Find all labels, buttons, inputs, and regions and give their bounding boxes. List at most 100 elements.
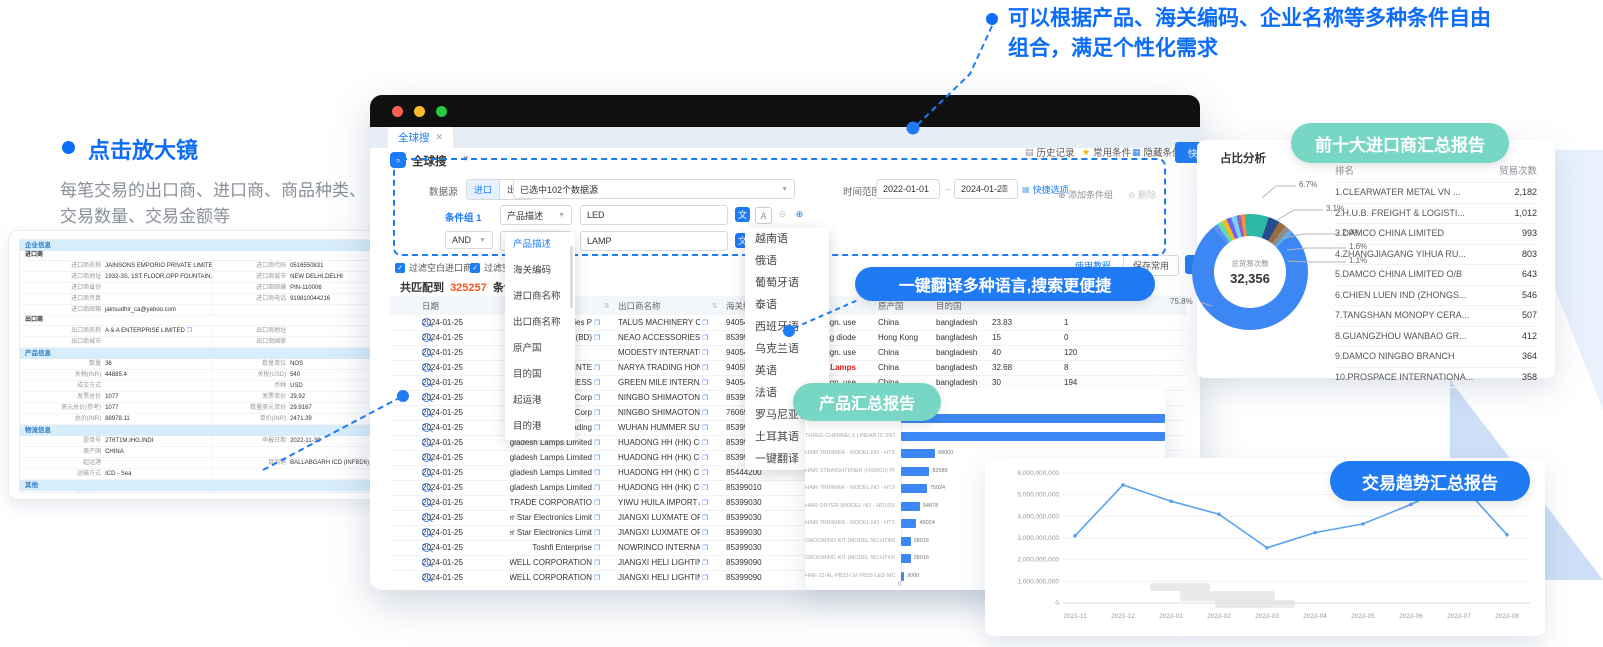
copy-icon[interactable]: ❐ [594,484,600,492]
copy-icon[interactable]: ❐ [702,379,708,387]
data-point[interactable] [1121,483,1125,487]
remove-condition-icon[interactable]: ⊖ [775,207,790,222]
copy-icon[interactable]: ❐ [702,469,708,477]
translate-icon[interactable]: 文 [735,207,750,222]
copy-icon[interactable]: ❐ [702,484,708,492]
date-from-input[interactable]: 2022-01-01 [876,179,940,199]
field-menu-item[interactable]: 目的国 [505,362,575,388]
tab-global-search[interactable]: 全球搜 ✕ [388,127,453,148]
importer-list-row[interactable]: 8.GUANGZHOU WANBAO GR...412 [1335,327,1537,348]
column-header-d[interactable]: 日期 [422,296,508,315]
minimize-window-icon[interactable] [414,106,425,117]
copy-icon[interactable]: ❐ [594,559,600,567]
copy-icon[interactable]: ❐ [702,574,708,582]
data-point[interactable] [1409,503,1413,507]
copy-icon[interactable]: ❐ [702,394,708,402]
toggle-import[interactable]: 进口 [467,180,500,199]
copy-icon[interactable]: ❐ [702,544,708,552]
field-menu-item[interactable]: 出口商名称 [505,310,575,336]
copy-icon[interactable]: ❐ [594,514,600,522]
importer-list-row[interactable]: 6.CHIEN LUEN IND (ZHONGS...546 [1335,286,1537,307]
cell-exp: YIWU HUILA IMPORT AND EXP [618,495,700,510]
copy-icon[interactable]: ❐ [702,559,708,567]
remove-condition-group-link[interactable]: ⊖ 删除 [1128,188,1156,201]
importer-list-row[interactable]: 7.TANGSHAN MONOPY CERA...507 [1335,306,1537,327]
copy-icon[interactable]: ❐ [702,409,708,417]
copy-icon[interactable]: ❐ [594,544,600,552]
exact-match-icon[interactable]: A [755,207,772,224]
language-menu-item[interactable]: 西班牙语 [745,316,829,338]
data-point[interactable] [1313,531,1317,535]
keyword-input-1[interactable]: LED [580,205,728,225]
field-menu-item[interactable]: 起运港 [505,388,575,414]
data-point[interactable] [1361,522,1365,526]
copy-icon[interactable]: ❐ [594,439,600,447]
language-menu-item[interactable]: 乌克兰语 [745,338,829,360]
sort-icon[interactable]: ⇅ [604,302,610,310]
copy-icon[interactable]: ❐ [594,334,600,342]
data-point[interactable] [1265,546,1269,550]
calendar-icon[interactable]: ▣ [1000,183,1009,194]
field-menu-item[interactable]: 进口商名称 [505,284,575,310]
close-window-icon[interactable] [392,106,403,117]
data-point[interactable] [1169,499,1173,503]
copy-icon[interactable]: ❐ [594,574,600,582]
copy-icon[interactable]: ❐ [187,328,192,334]
copy-icon[interactable]: ❐ [594,529,600,537]
copy-icon[interactable]: ❐ [702,439,708,447]
copy-icon[interactable]: ❐ [702,364,708,372]
copy-icon[interactable]: ❐ [594,379,600,387]
add-condition-icon[interactable]: ⊕ [792,207,807,222]
copy-icon[interactable]: ❐ [702,334,708,342]
callout-bullet-icon [62,141,75,154]
importer-list-row[interactable]: 5.DAMCO CHINA LIMITED O/B643 [1335,265,1537,286]
close-tab-icon[interactable]: ✕ [436,132,444,143]
copy-icon[interactable]: ❐ [594,499,600,507]
language-menu-item[interactable]: 泰语 [745,294,829,316]
field-menu-item[interactable]: 产品描述 [505,232,575,258]
add-condition-group-link[interactable]: ⊕ 添加条件组 [1058,188,1113,201]
copy-icon[interactable]: ❐ [702,454,708,462]
keyword-input-2[interactable]: LAMP [580,231,728,251]
importer-list-row[interactable]: 2.H.U.B. FREIGHT & LOGISTI...1,012 [1335,204,1537,225]
copy-icon[interactable]: ❐ [702,499,708,507]
history-button[interactable]: ▤ 历史记录 [1025,142,1075,162]
copy-icon[interactable]: ❐ [594,409,600,417]
chevron-down-icon[interactable]: ▼ [462,154,470,163]
filter-blank-importer-checkbox[interactable]: ✓ 过滤空白进口商 [395,261,472,274]
copy-icon[interactable]: ❐ [594,424,600,432]
data-point[interactable] [1073,534,1077,538]
datasource-select[interactable]: 已选中102个数据源 ▼ [513,179,795,199]
copy-icon[interactable]: ❐ [702,529,708,537]
copy-icon[interactable]: ❐ [702,424,708,432]
language-menu-item[interactable]: 葡萄牙语 [745,272,829,294]
column-header-exp[interactable]: 出口商名称 [618,296,700,315]
language-menu-item[interactable]: 俄语 [745,250,829,272]
sort-icon[interactable]: ⇅ [712,302,718,310]
data-point[interactable] [1217,512,1221,516]
copy-icon[interactable]: ❐ [594,394,600,402]
copy-icon[interactable]: ❐ [702,514,708,522]
copy-icon[interactable]: ❐ [702,349,708,357]
copy-icon[interactable]: ❐ [594,364,600,372]
logic-select[interactable]: AND ▼ [445,231,493,249]
maximize-window-icon[interactable] [436,106,447,117]
importer-list-row[interactable]: 10.PROSPACE INTERNATIONA...358 [1335,368,1537,389]
field-menu-item[interactable]: 目的港 [505,414,575,440]
scrollbar[interactable] [570,246,573,308]
importer-list-row[interactable]: 9.DAMCO NINGBO BRANCH364 [1335,347,1537,368]
language-menu-item[interactable]: 越南语 [745,228,829,250]
column-header-srt2[interactable]: ⇅ [712,296,724,315]
copy-icon[interactable]: ❐ [594,319,600,327]
column-header-srt1[interactable]: ⇅ [604,296,616,315]
importer-list-row[interactable]: 1.CLEARWATER METAL VN ...2,182 [1335,183,1537,204]
copy-icon[interactable]: ❐ [594,469,600,477]
copy-icon[interactable]: ❐ [594,454,600,462]
field-select-1[interactable]: 产品描述 ▼ [500,205,572,225]
field-menu-item[interactable]: 海关编码 [505,258,575,284]
copy-icon[interactable]: ❐ [702,319,708,327]
language-menu-item[interactable]: 英语 [745,360,829,382]
favorite-conditions-button[interactable]: ★ 常用条件 [1082,142,1131,162]
field-menu-item[interactable]: 原产国 [505,336,575,362]
data-point[interactable] [1505,533,1509,537]
